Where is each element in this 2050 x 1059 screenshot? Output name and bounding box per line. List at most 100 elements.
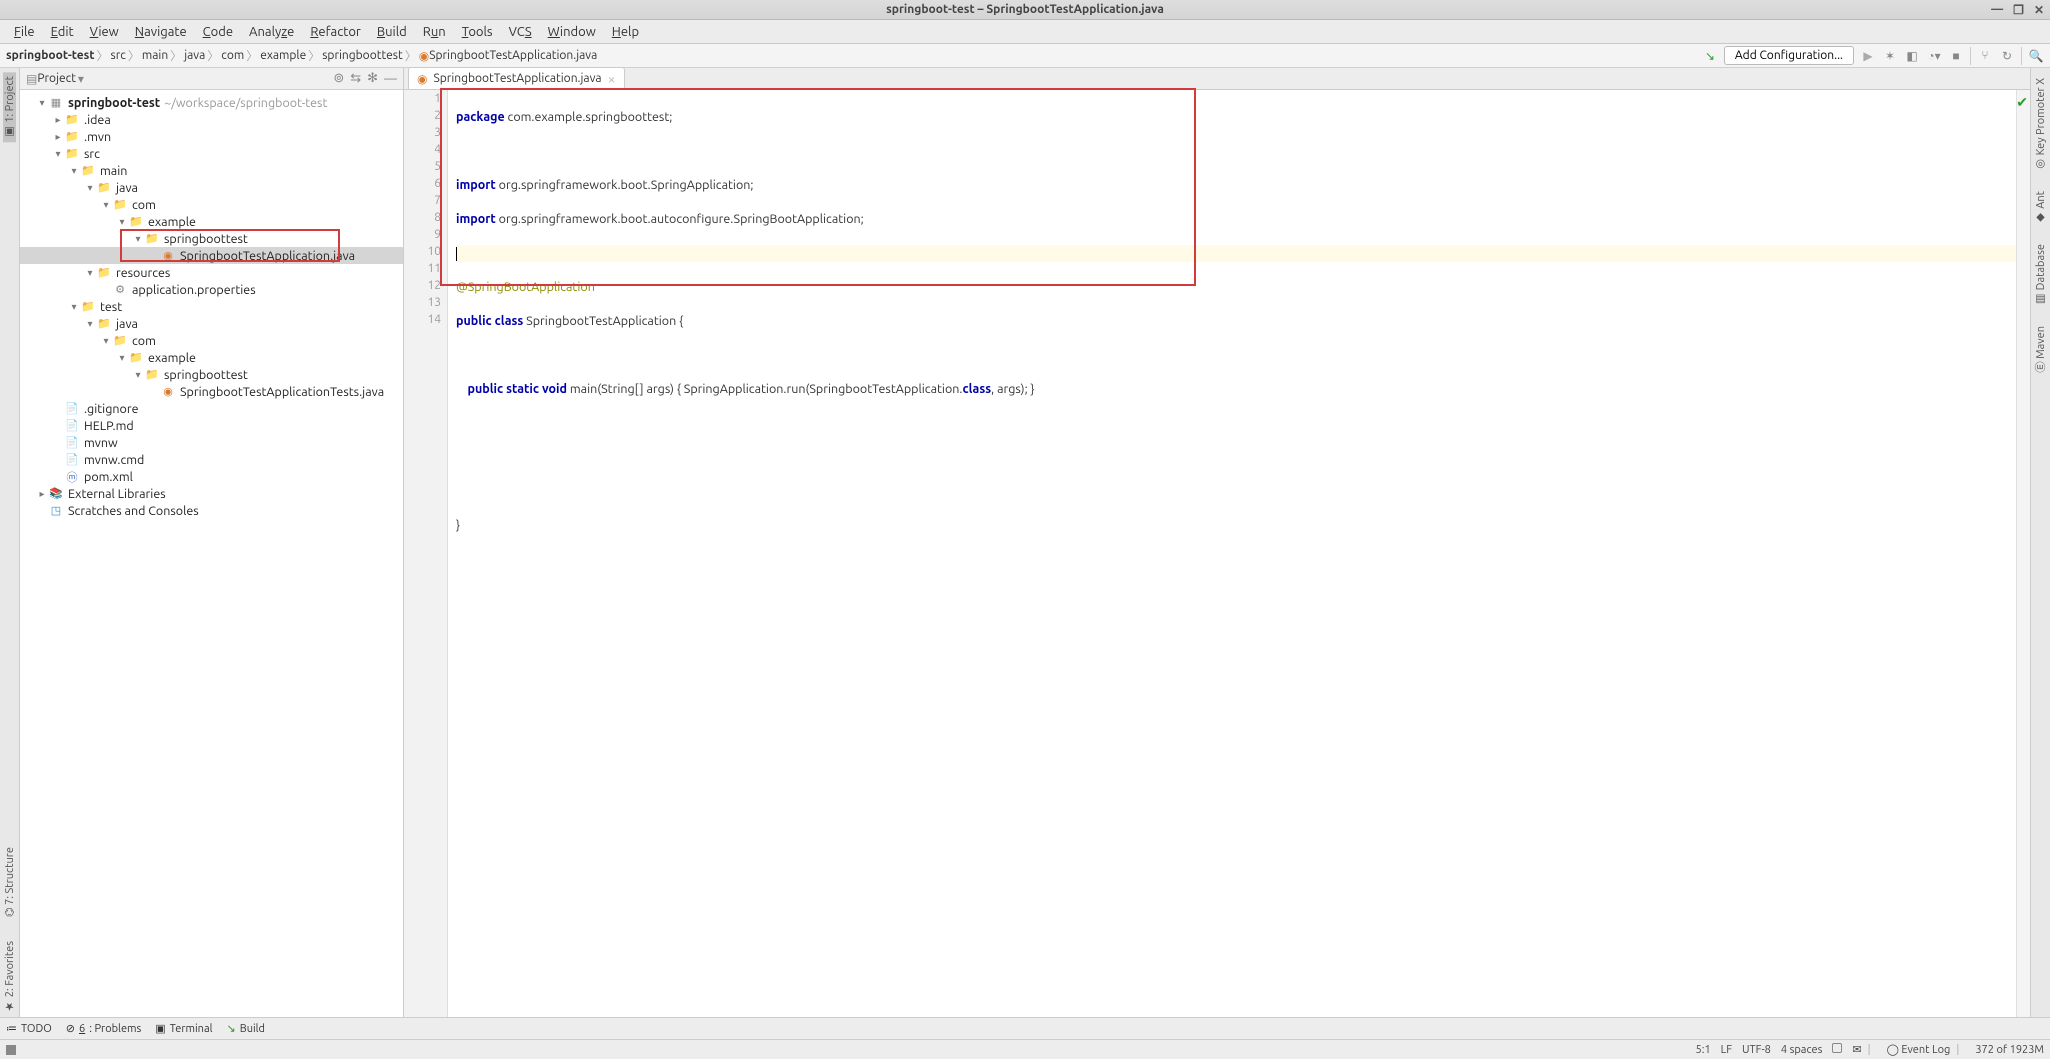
source-folder-icon: 📁 <box>96 180 112 196</box>
hammer-icon[interactable]: ↘ <box>1702 48 1718 64</box>
package-icon: 📁 <box>112 333 128 349</box>
toolwindow-database[interactable]: ▤ Database <box>2034 240 2047 310</box>
stop-icon[interactable]: ■ <box>1948 48 1964 64</box>
code-editor[interactable]: package com.example.springboottest; impo… <box>448 90 2016 1017</box>
menu-refactor[interactable]: Refactor <box>302 23 369 41</box>
tree-mvnwcmd[interactable]: 📄mvnw.cmd <box>20 451 403 468</box>
toolwindow-build[interactable]: ↘ Build <box>227 1022 265 1035</box>
toolwindow-ant[interactable]: ◆ Ant <box>2034 187 2047 228</box>
project-tree[interactable]: ▾▦springboot-test~/workspace/springboot-… <box>20 90 403 1017</box>
profile-icon[interactable]: ◔▾ <box>1926 48 1942 64</box>
crumb-root[interactable]: springboot-test <box>6 49 95 62</box>
toolwindow-structure[interactable]: ⌬ 7: Structure <box>3 843 16 921</box>
project-panel-header: ▤ Project ▾ ⊚ ⇆ ✻ — <box>20 68 403 90</box>
tree-main[interactable]: ▾📁main <box>20 162 403 179</box>
close-tab-icon[interactable]: × <box>608 71 616 87</box>
indent-settings[interactable]: 4 spaces <box>1781 1044 1823 1056</box>
expand-all-icon[interactable]: ⇆ <box>350 71 361 86</box>
close-button[interactable]: ✕ <box>2034 3 2044 17</box>
folder-icon: 📁 <box>80 163 96 179</box>
select-opened-icon[interactable]: ⊚ <box>333 71 344 86</box>
tree-pom[interactable]: ⓜpom.xml <box>20 468 403 485</box>
menu-build[interactable]: Build <box>369 23 415 41</box>
hide-icon[interactable]: — <box>384 72 397 86</box>
tree-appfile[interactable]: ◉SpringbootTestApplication.java <box>20 247 403 264</box>
tree-mvn[interactable]: ▸📁.mvn <box>20 128 403 145</box>
tree-idea[interactable]: ▸📁.idea <box>20 111 403 128</box>
menu-window[interactable]: Window <box>540 23 604 41</box>
crumb-src[interactable]: src <box>111 49 126 62</box>
maximize-button[interactable]: ❐ <box>2013 3 2024 17</box>
menu-analyze[interactable]: Analyze <box>241 23 302 41</box>
toolwindow-maven[interactable]: ⓜ Maven <box>2033 322 2049 376</box>
menu-file[interactable]: File <box>6 23 43 41</box>
editor-error-stripe[interactable]: ✔ <box>2016 90 2030 1017</box>
folder-icon: 📁 <box>80 299 96 315</box>
inspection-ok-icon: ✔ <box>2016 94 2028 111</box>
toolwindow-terminal[interactable]: ▣ Terminal <box>155 1022 212 1035</box>
menu-tools[interactable]: Tools <box>454 23 501 41</box>
tree-test-com[interactable]: ▾📁com <box>20 332 403 349</box>
toolwindow-project[interactable]: ▣ 1: Project <box>3 72 16 142</box>
run-icon[interactable]: ▶ <box>1860 48 1876 64</box>
line-separator[interactable]: LF <box>1721 1044 1732 1056</box>
debug-icon[interactable]: ✶ <box>1882 48 1898 64</box>
readonly-toggle[interactable] <box>1832 1043 1842 1056</box>
update-icon[interactable]: ↻ <box>1999 48 2015 64</box>
toolwindow-problems[interactable]: ⊘ 6: 6: ProblemsProblems <box>66 1022 142 1035</box>
menu-view[interactable]: View <box>82 23 127 41</box>
menu-navigate[interactable]: Navigate <box>127 23 195 41</box>
memory-indicator[interactable]: 372 of 1923M <box>1975 1044 2044 1056</box>
tree-com[interactable]: ▾📁com <box>20 196 403 213</box>
tree-src[interactable]: ▾📁src <box>20 145 403 162</box>
tree-extlib[interactable]: ▸📚External Libraries <box>20 485 403 502</box>
tree-appprops[interactable]: ⚙application.properties <box>20 281 403 298</box>
crumb-java[interactable]: java <box>184 49 205 62</box>
project-title[interactable]: Project <box>37 72 76 85</box>
tree-springboottest[interactable]: ▾📁springboottest <box>20 230 403 247</box>
tree-test[interactable]: ▾📁test <box>20 298 403 315</box>
crumb-com[interactable]: com <box>221 49 244 62</box>
tree-testsfile[interactable]: ◉SpringbootTestApplicationTests.java <box>20 383 403 400</box>
editor-tab-active[interactable]: ◉ SpringbootTestApplication.java × <box>408 67 625 89</box>
git-icon[interactable]: ⑂ <box>1977 48 1993 64</box>
crumb-springboottest[interactable]: springboottest <box>322 49 402 62</box>
tree-java[interactable]: ▾📁java <box>20 179 403 196</box>
tree-root[interactable]: ▾▦springboot-test~/workspace/springboot-… <box>20 94 403 111</box>
gear-icon[interactable]: ✻ <box>367 71 378 86</box>
notification-icon[interactable]: ✉ <box>1852 1043 1861 1056</box>
main-menu: File Edit View Navigate Code Analyze Ref… <box>0 20 2050 44</box>
add-configuration-button[interactable]: Add Configuration... <box>1724 46 1854 65</box>
line-gutter[interactable]: 1 2 3 4 5 6 7 8 9 10 11 12 13 14 <box>404 90 448 1017</box>
tree-gitignore[interactable]: 📄.gitignore <box>20 400 403 417</box>
search-icon[interactable]: 🔍 <box>2028 48 2044 64</box>
coverage-icon[interactable]: ◧ <box>1904 48 1920 64</box>
tree-resources[interactable]: ▾📁resources <box>20 264 403 281</box>
crumb-main[interactable]: main <box>142 49 168 62</box>
event-log-button[interactable]: ◯ Event Log <box>1887 1043 1951 1056</box>
tree-example[interactable]: ▾📁example <box>20 213 403 230</box>
menu-help[interactable]: Help <box>604 23 647 41</box>
file-encoding[interactable]: UTF-8 <box>1742 1044 1771 1056</box>
toolwindow-keypromoter[interactable]: ◎ Key Promoter X <box>2034 74 2047 175</box>
minimize-button[interactable]: — <box>1991 3 2003 17</box>
crumb-example[interactable]: example <box>260 49 306 62</box>
menu-vcs[interactable]: VCS <box>501 23 540 41</box>
caret-position[interactable]: 5:1 <box>1696 1044 1711 1056</box>
tree-test-java[interactable]: ▾📁java <box>20 315 403 332</box>
tree-mvnw[interactable]: 📄mvnw <box>20 434 403 451</box>
crumb-file[interactable]: SpringbootTestApplication.java <box>429 49 597 62</box>
menu-code[interactable]: Code <box>195 23 241 41</box>
tree-helpmd[interactable]: 📄HELP.md <box>20 417 403 434</box>
menu-run[interactable]: Run <box>415 23 454 41</box>
tree-scratches[interactable]: ◳Scratches and Consoles <box>20 502 403 519</box>
toolwindow-todo[interactable]: ≔ TODO <box>6 1022 52 1035</box>
toolwindows-icon[interactable] <box>6 1045 16 1055</box>
tree-test-springboottest[interactable]: ▾📁springboottest <box>20 366 403 383</box>
tree-test-example[interactable]: ▾📁example <box>20 349 403 366</box>
toolwindow-favorites[interactable]: ★ 2: Favorites <box>3 937 16 1017</box>
project-view-dropdown-icon[interactable]: ▾ <box>78 72 84 86</box>
editor-tabs: ◉ SpringbootTestApplication.java × <box>404 68 2030 90</box>
menu-edit[interactable]: Edit <box>43 23 82 41</box>
package-icon: 📁 <box>128 350 144 366</box>
